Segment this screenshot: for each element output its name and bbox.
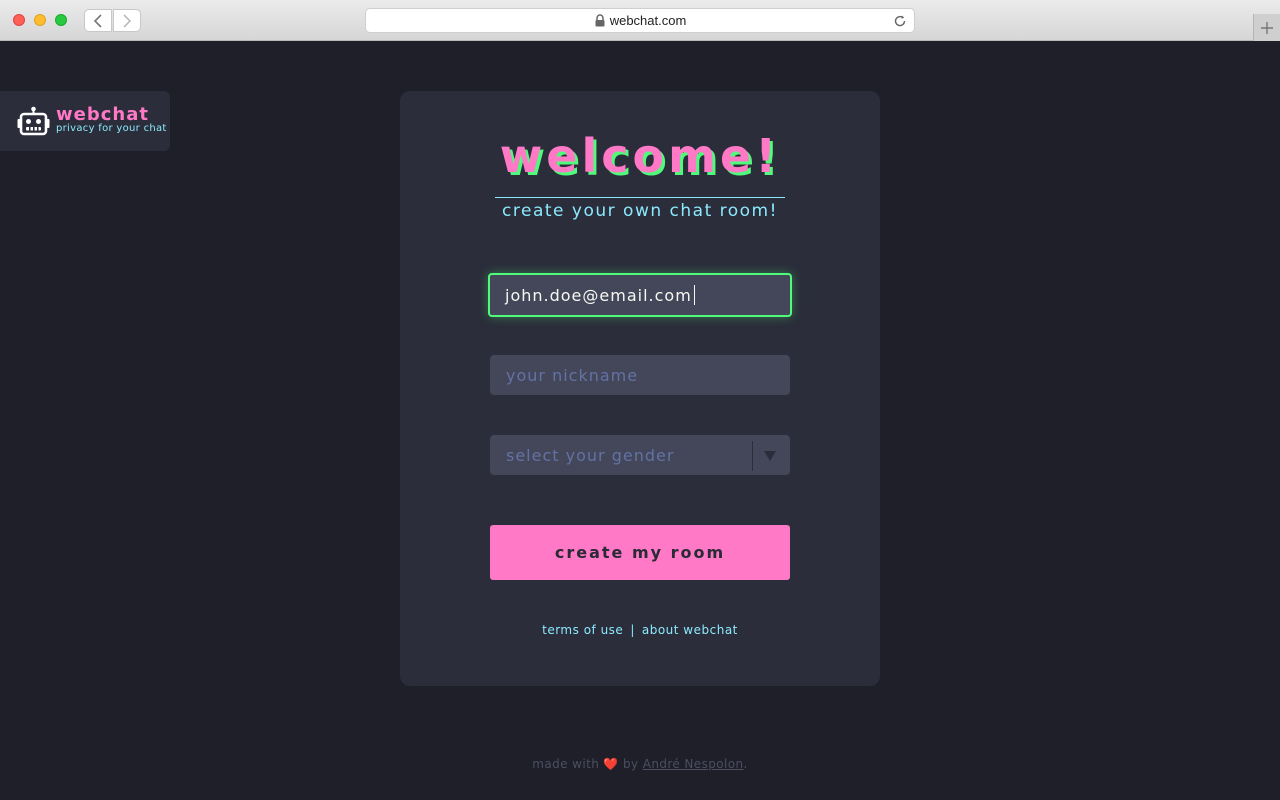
- brand-name: webchat: [56, 104, 149, 125]
- zoom-window-button[interactable]: [55, 14, 67, 26]
- address-bar[interactable]: webchat.com: [365, 8, 915, 33]
- brand-logo[interactable]: webchat privacy for your chat: [0, 91, 170, 151]
- footer-by: by: [622, 757, 639, 771]
- title-divider: [495, 197, 785, 198]
- lock-icon: [595, 14, 605, 27]
- forward-button[interactable]: [113, 9, 141, 32]
- select-divider: [752, 441, 753, 471]
- nickname-placeholder: your nickname: [506, 365, 639, 385]
- page-subtitle: create your own chat room!: [502, 201, 778, 221]
- plus-icon: [1261, 21, 1273, 34]
- minimize-window-button[interactable]: [34, 14, 46, 26]
- chevron-right-icon: [123, 13, 132, 28]
- email-value: john.doe@email.com: [505, 285, 692, 305]
- close-window-button[interactable]: [13, 14, 25, 26]
- gender-select[interactable]: select your gender: [490, 435, 790, 475]
- terms-link[interactable]: terms of use: [542, 623, 623, 637]
- footer-suffix: .: [743, 757, 748, 771]
- page-title: welcome!: [499, 129, 781, 183]
- text-caret: [693, 285, 695, 305]
- create-room-card: welcome! create your own chat room! john…: [400, 91, 880, 686]
- chevron-left-icon: [93, 13, 102, 28]
- footer-prefix: made with: [532, 757, 600, 771]
- reload-icon[interactable]: [893, 14, 907, 28]
- create-room-button[interactable]: create my room: [490, 525, 790, 580]
- browser-toolbar: webchat.com: [0, 0, 1280, 41]
- heart-icon: ❤️: [603, 757, 619, 771]
- link-separator: |: [630, 623, 635, 637]
- robot-icon: [17, 106, 50, 136]
- email-input[interactable]: john.doe@email.com: [488, 273, 792, 317]
- footer-links: terms of use | about webchat: [400, 623, 880, 637]
- nickname-input[interactable]: your nickname: [490, 355, 790, 395]
- back-button[interactable]: [84, 9, 112, 32]
- page-footer: made with ❤️ by André Nespolon.: [0, 757, 1280, 771]
- about-link[interactable]: about webchat: [642, 623, 738, 637]
- author-link[interactable]: André Nespolon: [643, 757, 744, 771]
- gender-placeholder: select your gender: [506, 445, 675, 465]
- new-tab-button[interactable]: [1253, 14, 1280, 41]
- brand-tagline: privacy for your chat: [56, 123, 167, 134]
- chevron-down-icon: [764, 451, 776, 461]
- url-text: webchat.com: [609, 13, 687, 28]
